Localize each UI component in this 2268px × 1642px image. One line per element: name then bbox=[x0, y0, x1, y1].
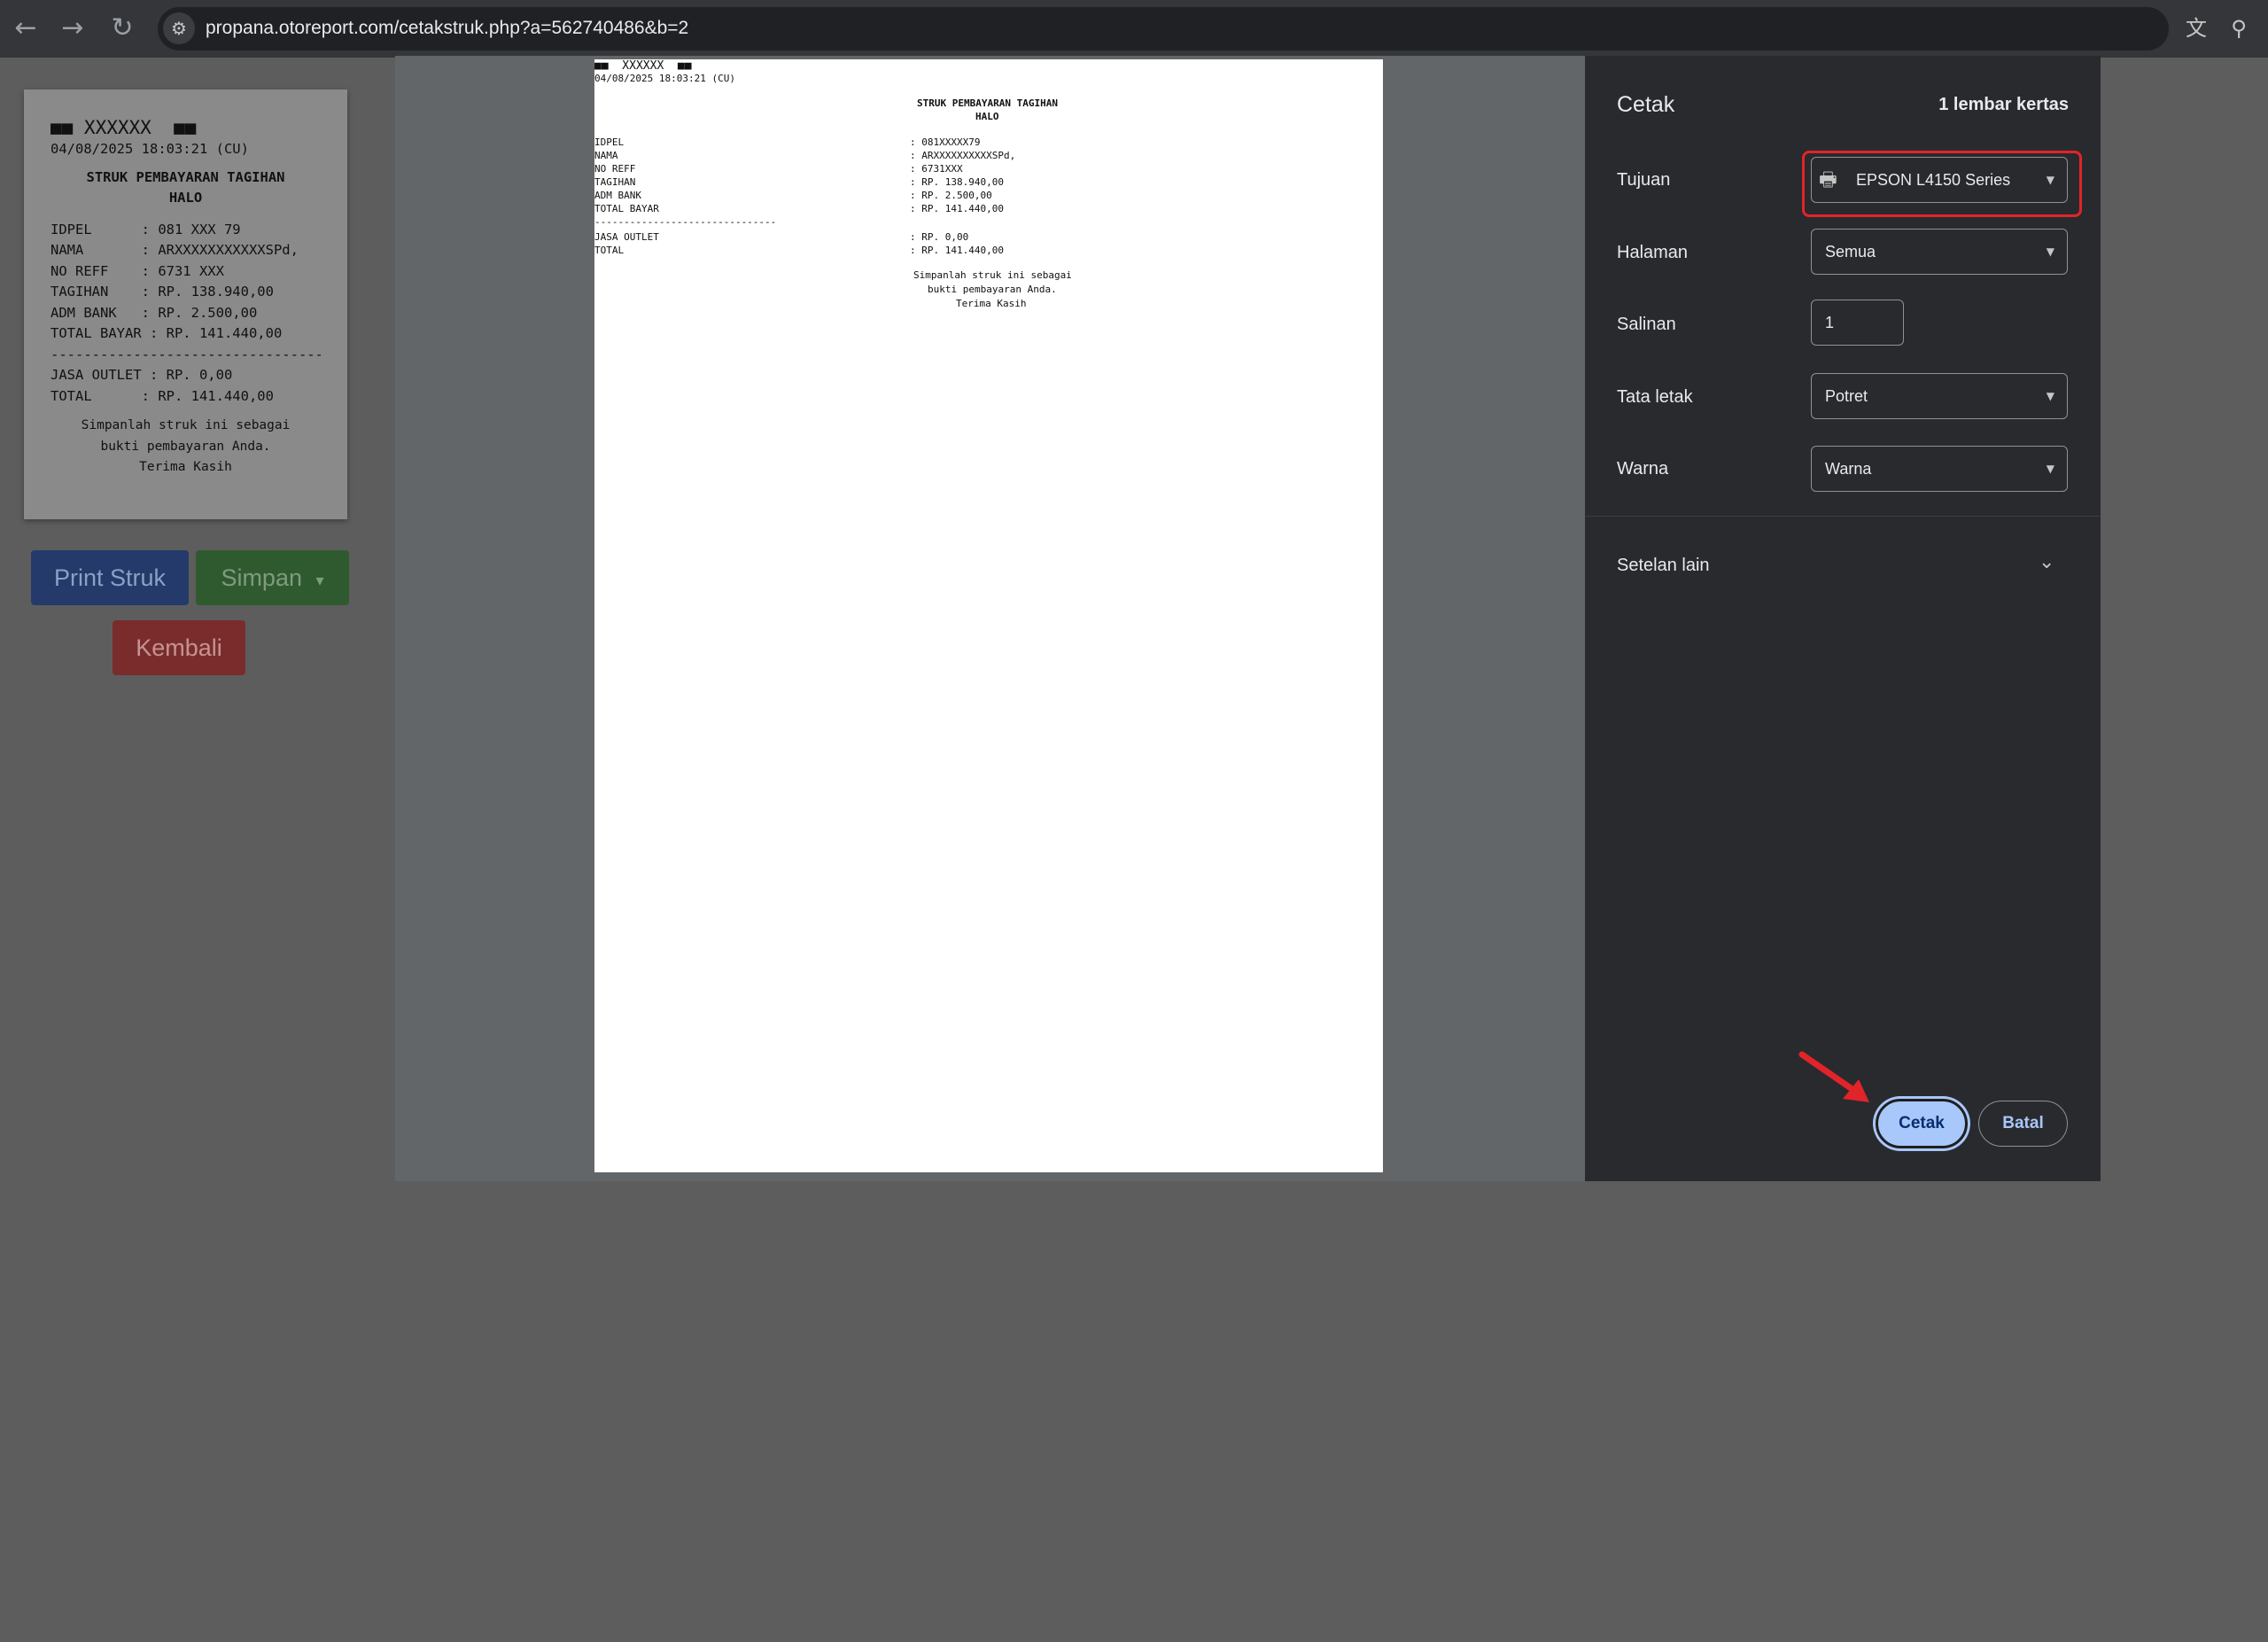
cancel-button[interactable]: Batal bbox=[1978, 1101, 2068, 1147]
print-struk-button[interactable]: Print Struk bbox=[31, 550, 189, 605]
preview-datetime: 04/08/2025 18:03:21 (CU) bbox=[594, 73, 735, 84]
preview-value: : RP. 141.440,00 bbox=[910, 245, 1004, 256]
translate-icon[interactable]: 文 bbox=[2182, 14, 2210, 43]
receipt-row: TOTAL : RP. 141.440,00 bbox=[50, 387, 274, 404]
preview-label: IDPEL bbox=[594, 136, 625, 148]
preview-value: : ARXXXXXXXXXXSPd, bbox=[910, 150, 1016, 161]
destination-label: Tujuan bbox=[1617, 170, 1671, 190]
receipt-row: TOTAL BAYAR : RP. 141.440,00 bbox=[50, 325, 283, 341]
preview-label: TAGIHAN bbox=[594, 176, 636, 188]
receipt-note: bukti pembayaran Anda. bbox=[100, 439, 271, 454]
print-preview-page: ■■ XXXXXX ■■ 04/08/2025 18:03:21 (CU) ST… bbox=[594, 59, 1383, 1172]
browser-toolbar: ← → ↻ ⚙ propana.otoreport.com/cetakstruk… bbox=[0, 0, 2268, 58]
reload-icon[interactable]: ↻ bbox=[106, 12, 138, 44]
receipt-subtitle: HALO bbox=[168, 190, 203, 206]
preview-label: TOTAL BAYAR bbox=[594, 203, 659, 214]
preview-note: Simpanlah struk ini sebagai bbox=[913, 269, 1072, 281]
preview-value: : 6731XXX bbox=[910, 163, 963, 175]
preview-value: : RP. 2.500,00 bbox=[910, 190, 992, 201]
zoom-icon[interactable]: ⚲ bbox=[2225, 14, 2253, 43]
preview-divider: ------------------------------- bbox=[594, 216, 777, 228]
print-dialog-title: Cetak bbox=[1617, 92, 1675, 117]
copies-label: Salinan bbox=[1617, 315, 1676, 334]
pages-value: Semua bbox=[1825, 243, 1876, 261]
caret-down-icon: ▼ bbox=[2046, 463, 2054, 475]
chevron-down-icon[interactable]: ⌄ bbox=[2039, 551, 2054, 573]
more-settings-toggle[interactable]: Setelan lain bbox=[1617, 554, 1710, 577]
preview-value: : RP. 141.440,00 bbox=[910, 203, 1004, 214]
preview-note: Terima Kasih bbox=[956, 298, 1027, 309]
receipt-note: Terima Kasih bbox=[139, 460, 232, 474]
print-settings-panel bbox=[1585, 56, 2101, 1181]
preview-label: NO REFF bbox=[594, 163, 636, 175]
receipt-datetime: 04/08/2025 18:03:21 (CU) bbox=[50, 141, 249, 157]
site-info-icon[interactable]: ⚙ bbox=[163, 12, 195, 44]
layout-value: Potret bbox=[1825, 387, 1868, 405]
caret-down-icon: ▾ bbox=[315, 572, 324, 590]
preview-value: : 081XXXXX79 bbox=[910, 136, 981, 148]
receipt-divider: ---------------------------------------- bbox=[50, 346, 321, 362]
color-value: Warna bbox=[1825, 460, 1872, 478]
forward-icon[interactable]: → bbox=[57, 12, 89, 44]
preview-label: ADM BANK bbox=[594, 190, 641, 201]
color-label: Warna bbox=[1617, 459, 1669, 479]
save-dropdown-button[interactable]: Simpan ▾ bbox=[196, 550, 349, 605]
preview-subtitle: HALO bbox=[975, 111, 999, 122]
url-text[interactable]: propana.otoreport.com/cetakstruk.php?a=5… bbox=[206, 15, 688, 42]
preview-value: : RP. 0,00 bbox=[910, 231, 969, 243]
color-select[interactable]: Warna ▼ bbox=[1811, 446, 2068, 492]
receipt-row: NO REFF : 6731 XXX bbox=[50, 262, 224, 279]
receipt-row: JASA OUTLET : RP. 0,00 bbox=[50, 367, 233, 383]
preview-note: bukti pembayaran Anda. bbox=[928, 284, 1057, 295]
layout-label: Tata letak bbox=[1617, 387, 1693, 407]
preview-label: NAMA bbox=[594, 150, 618, 161]
back-button[interactable]: Kembali bbox=[113, 620, 245, 675]
caret-down-icon: ▼ bbox=[2046, 245, 2054, 258]
receipt-row: ADM BANK : RP. 2.500,00 bbox=[50, 304, 258, 321]
preview-value: : RP. 138.940,00 bbox=[910, 176, 1004, 188]
receipt-row: TAGIHAN : RP. 138.940,00 bbox=[50, 284, 274, 300]
receipt-note: Simpanlah struk ini sebagai bbox=[81, 418, 291, 432]
receipt-header: ■■ XXXXXX ■■ bbox=[50, 117, 197, 138]
pages-label: Halaman bbox=[1617, 243, 1689, 262]
copies-input[interactable]: 1 bbox=[1811, 300, 1904, 346]
preview-label: JASA OUTLET bbox=[594, 231, 659, 243]
receipt-row: IDPEL : 081 XXX 79 bbox=[50, 221, 241, 237]
receipt-row: NAMA : ARXXXXXXXXXXXSPd, bbox=[50, 242, 299, 258]
receipt-title: STRUK PEMBAYARAN TAGIHAN bbox=[86, 168, 285, 185]
preview-title: STRUK PEMBAYARAN TAGIHAN bbox=[917, 97, 1058, 109]
layout-select[interactable]: Potret ▼ bbox=[1811, 373, 2068, 419]
receipt-card: ■■ XXXXXX ■■ 04/08/2025 18:03:21 (CU) ST… bbox=[24, 89, 347, 519]
settings-divider bbox=[1585, 516, 2101, 517]
preview-label: TOTAL bbox=[594, 245, 625, 256]
save-button-label: Simpan bbox=[221, 564, 302, 591]
sheet-count: 1 lembar kertas bbox=[1938, 95, 2069, 114]
print-button[interactable]: Cetak bbox=[1876, 1099, 1968, 1148]
back-icon[interactable]: ← bbox=[10, 12, 42, 44]
pages-select[interactable]: Semua ▼ bbox=[1811, 229, 2068, 275]
caret-down-icon: ▼ bbox=[2046, 390, 2054, 402]
annotation-highlight-box bbox=[1802, 151, 2082, 217]
annotation-arrow bbox=[1798, 1051, 1869, 1102]
